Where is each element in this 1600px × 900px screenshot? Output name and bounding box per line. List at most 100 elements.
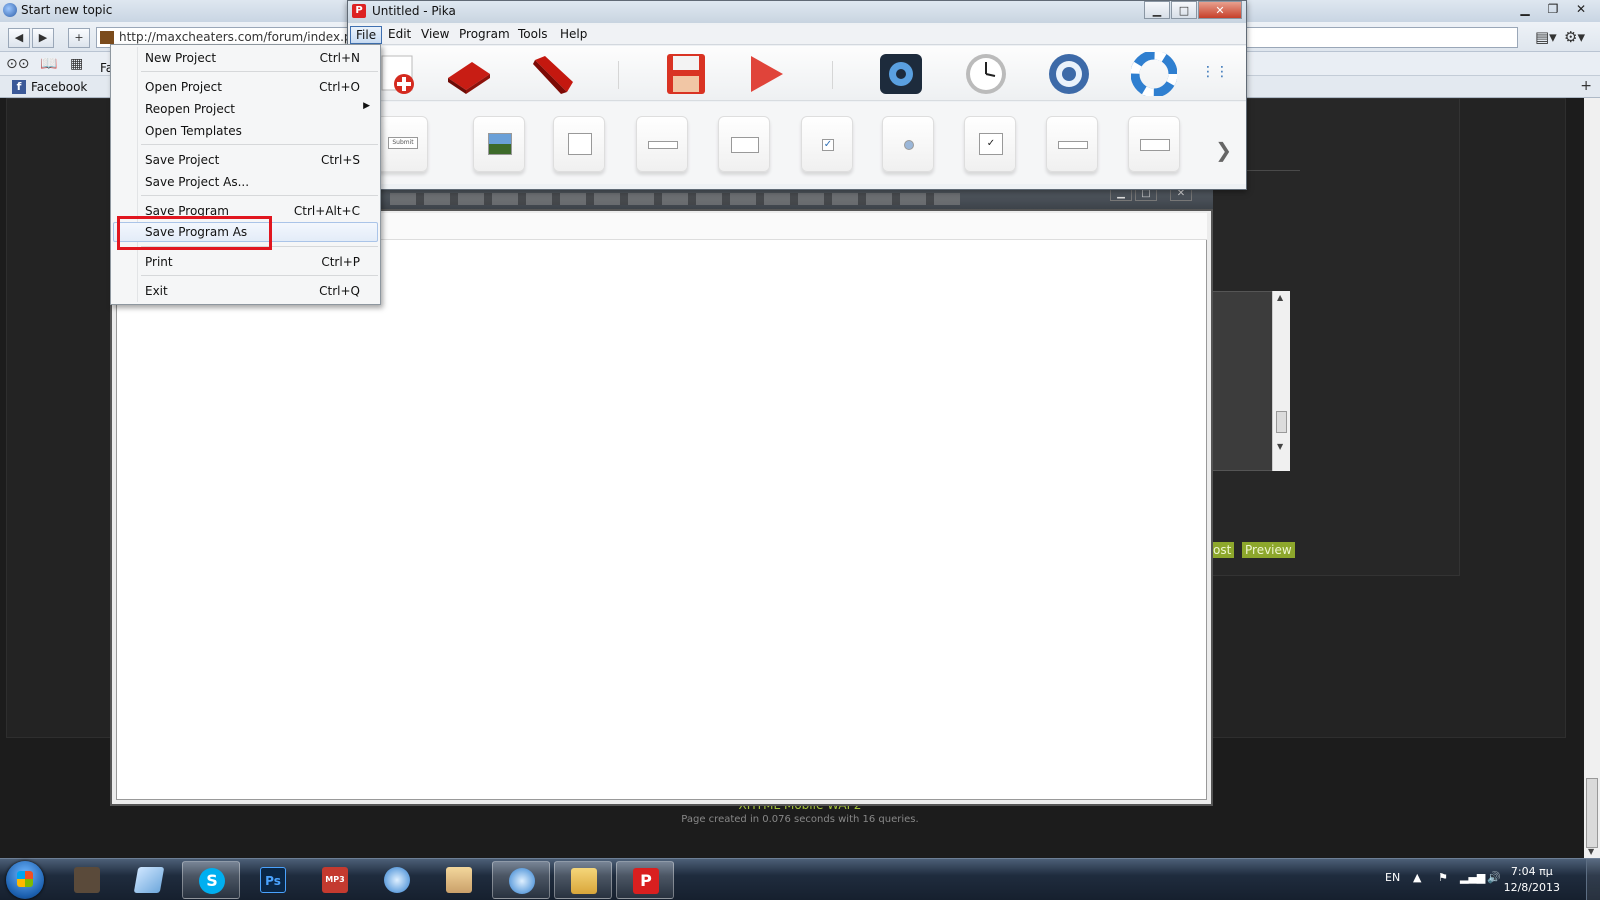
back-button[interactable]: ◀ — [8, 28, 30, 48]
radio-icon — [904, 140, 914, 150]
scroll-thumb[interactable] — [1276, 411, 1287, 433]
add-bookmark-icon[interactable]: + — [1580, 78, 1592, 94]
menu-item-print[interactable]: Print Ctrl+P — [113, 252, 378, 272]
menu-edit[interactable]: Edit — [383, 26, 416, 44]
forward-button[interactable]: ▶ — [32, 28, 54, 48]
close-button[interactable]: ✕ — [1568, 0, 1594, 18]
menu-item-shortcut: Ctrl+O — [319, 80, 360, 94]
settings-gear-icon[interactable]: ⚙▾ — [1564, 28, 1585, 46]
menu-file[interactable]: File — [350, 26, 383, 44]
menu-view[interactable]: View — [416, 26, 454, 44]
show-hidden-icons-icon[interactable]: ▲ — [1413, 871, 1421, 884]
textbox-widget[interactable] — [636, 116, 688, 172]
pika-window-title: Untitled - Pika — [372, 4, 456, 18]
scroll-down-icon[interactable]: ▼ — [1588, 847, 1594, 856]
apps-grid-icon[interactable]: ▦ — [70, 56, 83, 72]
checkbox-widget[interactable]: ✓ — [801, 116, 853, 172]
textarea-scrollbar[interactable]: ▲ ▼ — [1272, 291, 1290, 471]
minimize-button[interactable]: ▁ — [1512, 0, 1538, 18]
textbox-icon — [648, 141, 678, 149]
run-icon[interactable] — [743, 52, 789, 96]
menu-item-save-project-as[interactable]: Save Project As... — [113, 172, 378, 192]
taskbar-app-game[interactable] — [430, 861, 488, 899]
show-desktop-button[interactable] — [1586, 859, 1600, 900]
menu-item-shortcut: Ctrl+Q — [319, 284, 360, 298]
open-project-icon[interactable] — [446, 52, 492, 96]
action-center-flag-icon[interactable]: ⚑ — [1438, 871, 1448, 884]
taskbar-app-explorer[interactable] — [554, 861, 612, 899]
taskbar-app-safari-2[interactable] — [492, 861, 550, 899]
safari-icon — [384, 867, 410, 893]
page-menu-icon[interactable]: ▤▾ — [1535, 28, 1557, 46]
menu-tools[interactable]: Tools — [513, 26, 553, 44]
menu-separator — [141, 144, 378, 145]
new-project-icon[interactable] — [378, 52, 424, 96]
checklist-icon: ✓ — [979, 133, 1003, 155]
image-widget[interactable] — [473, 116, 525, 172]
gear-icon[interactable] — [1046, 52, 1092, 96]
close-button[interactable]: ✕ — [1198, 1, 1242, 19]
menu-item-open-templates[interactable]: Open Templates — [113, 121, 378, 141]
page-scroll-thumb[interactable] — [1586, 778, 1598, 848]
start-button[interactable] — [6, 861, 44, 899]
volume-icon[interactable]: 🔊 — [1487, 871, 1501, 884]
image-thumbnail — [488, 133, 512, 155]
pika-icon: P — [633, 868, 659, 894]
scroll-up-icon[interactable]: ▲ — [1277, 293, 1283, 302]
menu-item-reopen-project[interactable]: Reopen Project ▶ — [113, 99, 378, 119]
menu-help[interactable]: Help — [555, 26, 592, 44]
browser-tab-title: Start new topic — [21, 3, 113, 17]
reading-glasses-icon[interactable]: ⊙⊙ — [6, 56, 29, 72]
panel-widget[interactable] — [718, 116, 770, 172]
game-character-icon — [446, 867, 472, 893]
checkbox-icon: ✓ — [822, 139, 834, 151]
network-signal-icon[interactable]: ▂▄▆ — [1460, 871, 1485, 884]
clock-time: 7:04 πμ — [1510, 865, 1553, 878]
stapler-icon[interactable] — [531, 52, 577, 96]
radio-widget[interactable] — [882, 116, 934, 172]
taskbar-app-safari[interactable] — [368, 861, 426, 899]
taskbar-app-photoshop[interactable]: Ps — [244, 861, 302, 899]
preview-button[interactable]: Preview — [1242, 542, 1295, 558]
settings-panel-icon[interactable] — [878, 52, 924, 96]
menu-item-open-project[interactable]: Open Project Ctrl+O — [113, 77, 378, 97]
skype-icon: S — [199, 868, 225, 894]
maximize-button[interactable]: □ — [1171, 1, 1197, 19]
panel-icon — [731, 137, 759, 153]
taskbar-app-mp3[interactable]: MP3 — [306, 861, 364, 899]
post-button[interactable]: ost — [1210, 542, 1235, 558]
menu-program[interactable]: Program — [454, 26, 515, 44]
new-tab-plus-button[interactable]: + — [68, 28, 90, 48]
system-clock[interactable]: 7:04 πμ 12/8/2013 — [1504, 864, 1560, 896]
menu-item-save-project[interactable]: Save Project Ctrl+S — [113, 150, 378, 170]
toolbar-separator — [832, 61, 833, 89]
taskbar-app-skype[interactable]: S — [182, 861, 240, 899]
taskbar-app-notepad[interactable] — [120, 861, 178, 899]
menu-item-exit[interactable]: Exit Ctrl+Q — [113, 281, 378, 301]
clock-icon[interactable] — [963, 52, 1009, 96]
menu-item-new-project[interactable]: New Project Ctrl+N — [113, 48, 378, 68]
palette-next-icon[interactable]: ❯ — [1215, 138, 1232, 162]
pen-widget[interactable] — [553, 116, 605, 172]
taskbar-app-lineage[interactable] — [58, 861, 116, 899]
spinner-widget[interactable] — [1128, 116, 1180, 172]
dropdown-widget[interactable] — [1046, 116, 1098, 172]
bookmark-facebook[interactable]: Facebook — [31, 80, 87, 94]
taskbar-app-pika[interactable]: P — [616, 861, 674, 899]
maximize-button[interactable]: ❐ — [1540, 0, 1566, 18]
minimize-button[interactable]: ▁ — [1144, 1, 1170, 19]
pika-menubar: File Edit View Program Tools Help — [348, 25, 1246, 45]
save-icon[interactable] — [663, 52, 709, 96]
toolbar-overflow-icon[interactable]: ⋮⋮ — [1201, 64, 1229, 80]
safari-icon — [509, 868, 535, 894]
page-scrollbar[interactable]: ▼ — [1584, 98, 1600, 858]
pika-window: P Untitled - Pika ▁ □ ✕ File Edit View P… — [347, 0, 1247, 190]
menu-item-shortcut: Ctrl+Alt+C — [293, 204, 360, 218]
submit-button-widget[interactable]: Submit — [376, 116, 428, 172]
facebook-icon: f — [12, 80, 26, 94]
language-indicator[interactable]: EN — [1385, 871, 1400, 884]
book-icon[interactable]: 📖 — [40, 56, 57, 72]
help-lifebuoy-icon[interactable] — [1131, 52, 1177, 96]
scroll-down-icon[interactable]: ▼ — [1277, 442, 1283, 451]
checklist-widget[interactable]: ✓ — [964, 116, 1016, 172]
